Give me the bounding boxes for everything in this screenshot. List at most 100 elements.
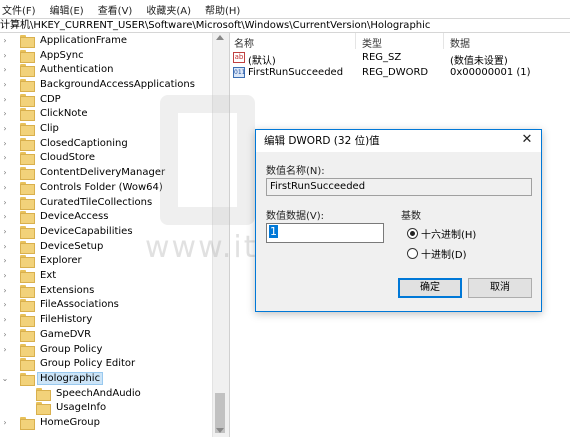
tree-item[interactable]: › DeviceCapabilities xyxy=(0,224,136,239)
tree-item-holographic[interactable]: ⌄ Holographic xyxy=(0,371,104,386)
tree-item-label: ContentDeliveryManager xyxy=(40,167,166,179)
tree-item[interactable]: › CloudStore xyxy=(0,151,98,166)
expand-arrow-icon[interactable]: › xyxy=(0,168,10,177)
folder-icon xyxy=(20,240,35,254)
folder-icon xyxy=(36,402,51,416)
expand-arrow-icon[interactable]: › xyxy=(0,300,10,309)
tree-item-label: ClosedCaptioning xyxy=(40,137,128,149)
value-row[interactable]: 011 FirstRunSucceeded REG_DWORD 0x000000… xyxy=(230,66,570,81)
tree-item-label: ClickNote xyxy=(40,108,88,120)
menu-file[interactable]: 文件(F) xyxy=(2,2,36,17)
menu-view[interactable]: 查看(V) xyxy=(98,2,133,17)
scroll-up-arrow-icon[interactable] xyxy=(216,35,224,40)
hex-radio[interactable]: 十六进制(H) xyxy=(407,226,476,241)
column-header-data[interactable]: 数据 xyxy=(450,35,470,50)
value-type: REG_DWORD xyxy=(362,67,429,78)
tree-item[interactable]: › Controls Folder (Wow64) xyxy=(0,180,166,195)
expand-arrow-icon[interactable]: › xyxy=(0,139,10,148)
folder-icon xyxy=(20,181,35,195)
tree-item-child[interactable]: SpeechAndAudio xyxy=(16,386,144,401)
value-row[interactable]: ab (默认) REG_SZ (数值未设置) xyxy=(230,51,570,67)
expand-arrow-icon[interactable]: › xyxy=(0,198,10,207)
value-data-selection: 1 xyxy=(269,225,278,238)
collapse-arrow-icon[interactable]: ⌄ xyxy=(0,374,10,383)
scroll-thumb[interactable] xyxy=(215,393,225,433)
expand-arrow-icon[interactable]: › xyxy=(0,183,10,192)
tree-item[interactable]: › Authentication xyxy=(0,62,116,78)
tree-item[interactable]: › GameDVR xyxy=(0,327,94,342)
column-divider[interactable] xyxy=(355,33,356,49)
close-icon[interactable]: ✕ xyxy=(519,132,535,148)
tree-item[interactable]: Group Policy Editor xyxy=(0,356,138,372)
column-header-type[interactable]: 类型 xyxy=(362,35,382,50)
expand-arrow-icon[interactable]: › xyxy=(0,227,10,236)
tree-item[interactable]: › DeviceSetup xyxy=(0,239,106,254)
tree-item[interactable]: › Extensions xyxy=(0,283,97,298)
expand-arrow-icon[interactable]: › xyxy=(0,124,10,133)
expand-arrow-icon[interactable]: › xyxy=(0,242,10,251)
folder-icon xyxy=(20,196,35,210)
tree-item-label: GameDVR xyxy=(40,328,92,340)
scroll-down-arrow-icon[interactable] xyxy=(216,428,224,433)
tree-item[interactable]: › DeviceAccess xyxy=(0,209,111,225)
folder-icon xyxy=(20,270,35,284)
decimal-radio[interactable]: 十进制(D) xyxy=(407,246,467,261)
folder-icon xyxy=(20,211,35,225)
expand-arrow-icon[interactable]: › xyxy=(0,212,10,221)
tree-item-child[interactable]: UsageInfo xyxy=(16,401,109,416)
expand-arrow-icon[interactable]: › xyxy=(0,315,10,324)
expand-arrow-icon[interactable]: › xyxy=(0,65,10,74)
folder-icon xyxy=(20,152,35,166)
string-value-icon: ab xyxy=(233,52,245,63)
tree-item[interactable]: › Ext xyxy=(0,268,59,284)
tree-item[interactable]: › HomeGroup xyxy=(0,415,103,431)
tree-item[interactable]: › FileHistory xyxy=(0,312,95,328)
column-divider[interactable] xyxy=(443,33,444,49)
value-name-label: 数值名称(N): xyxy=(266,166,325,177)
hex-radio-label: 十六进制(H) xyxy=(421,230,477,241)
tree-item-label: Ext xyxy=(40,270,57,282)
folder-icon xyxy=(20,255,35,269)
expand-arrow-icon[interactable]: › xyxy=(0,80,10,89)
tree-item[interactable]: › BackgroundAccessApplications xyxy=(0,77,198,92)
expand-arrow-icon[interactable]: › xyxy=(0,95,10,104)
cancel-button[interactable]: 取消 xyxy=(468,278,532,298)
value-data-input[interactable]: 1 xyxy=(266,223,384,243)
tree-item[interactable]: › Clip xyxy=(0,121,62,137)
address-bar[interactable]: 计算机\HKEY_CURRENT_USER\Software\Microsoft… xyxy=(0,18,570,33)
expand-arrow-icon[interactable]: › xyxy=(0,51,10,60)
ok-button[interactable]: 确定 xyxy=(398,278,462,298)
tree-item[interactable]: › AppSync xyxy=(0,48,87,63)
expand-arrow-icon[interactable]: › xyxy=(0,330,10,339)
value-name: (默认) xyxy=(248,56,276,67)
base-group-label: 基数 xyxy=(401,211,421,222)
tree-item[interactable]: › FileAssociations xyxy=(0,298,122,313)
tree-item[interactable]: › Explorer xyxy=(0,254,85,269)
menu-edit[interactable]: 编辑(E) xyxy=(50,2,84,17)
tree-item[interactable]: › Group Policy xyxy=(0,342,105,357)
tree-item[interactable]: › ApplicationFrame xyxy=(0,33,130,48)
expand-arrow-icon[interactable]: › xyxy=(0,286,10,295)
menu-help[interactable]: 帮助(H) xyxy=(205,2,240,17)
menu-favorites[interactable]: 收藏夹(A) xyxy=(146,2,191,17)
tree-item[interactable]: › ContentDeliveryManager xyxy=(0,165,168,181)
expand-arrow-icon[interactable]: › xyxy=(0,36,10,45)
expand-arrow-icon[interactable]: › xyxy=(0,109,10,118)
expand-arrow-icon[interactable]: › xyxy=(0,153,10,162)
expand-arrow-icon[interactable]: › xyxy=(0,271,10,280)
tree-item[interactable]: › CuratedTileCollections xyxy=(0,195,155,210)
value-name-field[interactable]: FirstRunSucceeded xyxy=(266,178,532,196)
column-header-name[interactable]: 名称 xyxy=(234,35,254,50)
folder-icon xyxy=(20,299,35,313)
tree-item-label: CuratedTileCollections xyxy=(40,196,153,208)
tree-item[interactable]: › ClosedCaptioning xyxy=(0,136,131,151)
folder-icon xyxy=(20,225,35,239)
tree-item[interactable]: › CDP xyxy=(0,92,64,107)
edit-dword-dialog: 编辑 DWORD (32 位)值 ✕ 数值名称(N): FirstRunSucc… xyxy=(255,129,542,312)
folder-icon xyxy=(20,417,35,431)
tree-item[interactable]: › ClickNote xyxy=(0,107,91,122)
expand-arrow-icon[interactable]: › xyxy=(0,418,10,427)
expand-arrow-icon[interactable]: › xyxy=(0,256,10,265)
folder-icon xyxy=(20,64,35,78)
expand-arrow-icon[interactable]: › xyxy=(0,345,10,354)
